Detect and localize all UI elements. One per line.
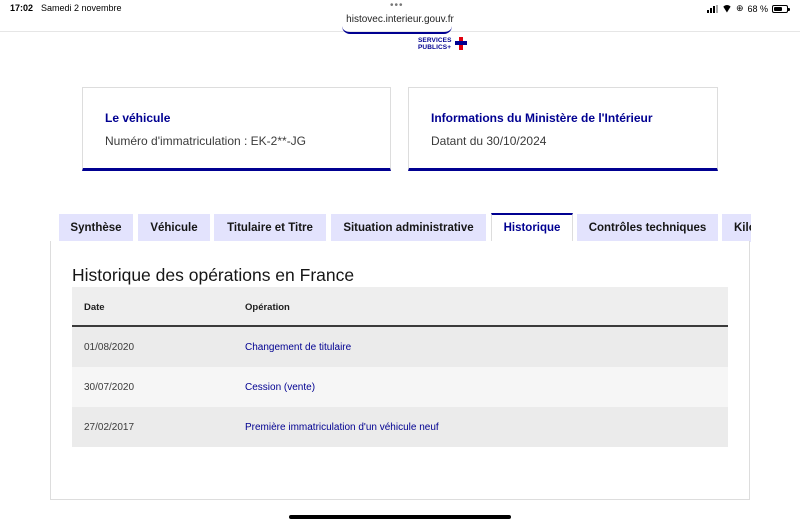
lock-rotation-icon: ⊕ — [735, 3, 744, 13]
ministry-card-title: Informations du Ministère de l'Intérieur — [431, 111, 653, 125]
header-edge — [342, 26, 452, 34]
tab-titulaire[interactable]: Titulaire et Titre — [214, 214, 326, 242]
status-date: Samedi 2 novembre — [41, 3, 122, 13]
plus-icon — [455, 37, 467, 50]
tab-synthese[interactable]: Synthèse — [59, 214, 133, 242]
services-publics-logo[interactable]: SERVICES PUBLICS+ — [418, 37, 467, 51]
vehicle-card: Le véhicule Numéro d'immatriculation : E… — [82, 87, 391, 171]
table-row: 01/08/2020 Changement de titulaire — [72, 327, 728, 367]
tab-vehicule[interactable]: Véhicule — [138, 214, 210, 242]
wifi-icon — [722, 5, 732, 13]
row-date: 27/02/2017 — [84, 422, 135, 433]
row-operation: Première immatriculation d'un véhicule n… — [245, 422, 439, 433]
multitask-dots-icon[interactable]: ••• — [390, 0, 404, 11]
table-row: 30/07/2020 Cession (vente) — [72, 367, 728, 407]
row-date: 01/08/2020 — [84, 342, 135, 353]
tab-bar: Synthèse Véhicule Titulaire et Titre Sit… — [59, 213, 751, 242]
tab-controles[interactable]: Contrôles techniques — [577, 214, 718, 242]
battery-icon — [772, 4, 790, 13]
status-indicators: ⊕ 68 % — [706, 3, 790, 14]
battery-percent: 68 % — [747, 3, 768, 14]
ministry-info-card: Informations du Ministère de l'Intérieur… — [408, 87, 718, 171]
row-operation: Changement de titulaire — [245, 342, 352, 353]
status-time: 17:02 — [10, 3, 34, 13]
tab-historique[interactable]: Historique — [491, 213, 573, 242]
column-operation: Opération — [245, 302, 290, 313]
row-operation: Cession (vente) — [245, 382, 316, 393]
status-bar: 17:02 Samedi 2 novembre ••• histovec.int… — [0, 0, 800, 25]
row-date: 30/07/2020 — [84, 382, 135, 393]
vehicle-card-title: Le véhicule — [105, 111, 171, 125]
column-date: Date — [84, 302, 105, 313]
tab-situation[interactable]: Situation administrative — [331, 214, 486, 242]
tab-kilometrage[interactable]: Kilo — [722, 214, 751, 242]
logo-line-1: SERVICES — [418, 37, 452, 44]
history-table: Date Opération 01/08/2020 Changement de … — [72, 287, 728, 447]
logo-line-2: PUBLICS+ — [418, 44, 452, 51]
address-bar-url[interactable]: histovec.interieur.gouv.fr — [0, 14, 800, 25]
info-date: Datant du 30/10/2024 — [431, 134, 547, 148]
history-title: Historique des opérations en France — [72, 265, 355, 285]
table-header: Date Opération — [72, 287, 728, 327]
home-indicator[interactable] — [289, 515, 511, 519]
registration-number: Numéro d'immatriculation : EK-2**-JG — [105, 134, 307, 148]
signal-icon — [706, 4, 718, 13]
table-row: 27/02/2017 Première immatriculation d'un… — [72, 407, 728, 447]
